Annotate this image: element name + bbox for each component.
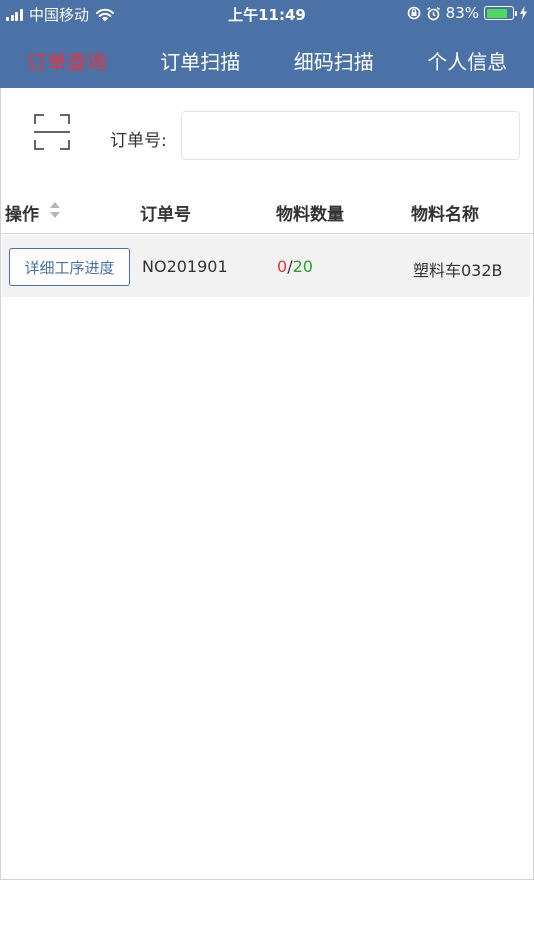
column-header-action[interactable]: 操作: [5, 200, 39, 225]
order-number-input[interactable]: [181, 111, 520, 160]
tab-personal-info[interactable]: 个人信息: [401, 36, 534, 88]
column-header-order-number: 订单号: [140, 205, 191, 225]
table-row: 详细工序进度 NO201901 0/20 塑料车032B: [2, 235, 530, 297]
order-number-cell: NO201901: [142, 257, 228, 276]
battery-percent: 83%: [445, 4, 479, 22]
table-header: 操作 订单号 物料数量 物料名称: [0, 190, 534, 234]
tab-detail-code-scan[interactable]: 细码扫描: [267, 36, 401, 88]
order-number-label: 订单号:: [110, 131, 167, 151]
battery-icon: [484, 6, 517, 20]
detail-progress-button[interactable]: 详细工序进度: [9, 248, 130, 286]
column-header-material-name: 物料名称: [411, 205, 479, 225]
nav-tabs: 订单查询 订单扫描 细码扫描 个人信息: [0, 36, 534, 88]
quantity-done: 0: [277, 257, 288, 276]
orientation-lock-icon: [407, 6, 420, 20]
material-name-cell: 塑料车032B: [413, 261, 503, 280]
tab-order-scan[interactable]: 订单扫描: [134, 36, 268, 88]
scan-icon[interactable]: [33, 113, 71, 151]
column-header-material-quantity: 物料数量: [276, 205, 344, 225]
charging-icon: [520, 6, 527, 20]
tab-order-query[interactable]: 订单查询: [0, 36, 134, 88]
sort-icon[interactable]: [48, 200, 62, 220]
status-bar: 中国移动 上午11:49 83%: [0, 0, 534, 28]
material-quantity-cell: 0/20: [277, 257, 313, 276]
search-bar: 订单号:: [0, 88, 534, 178]
alarm-icon: [426, 6, 440, 20]
quantity-total: 20: [292, 257, 313, 276]
